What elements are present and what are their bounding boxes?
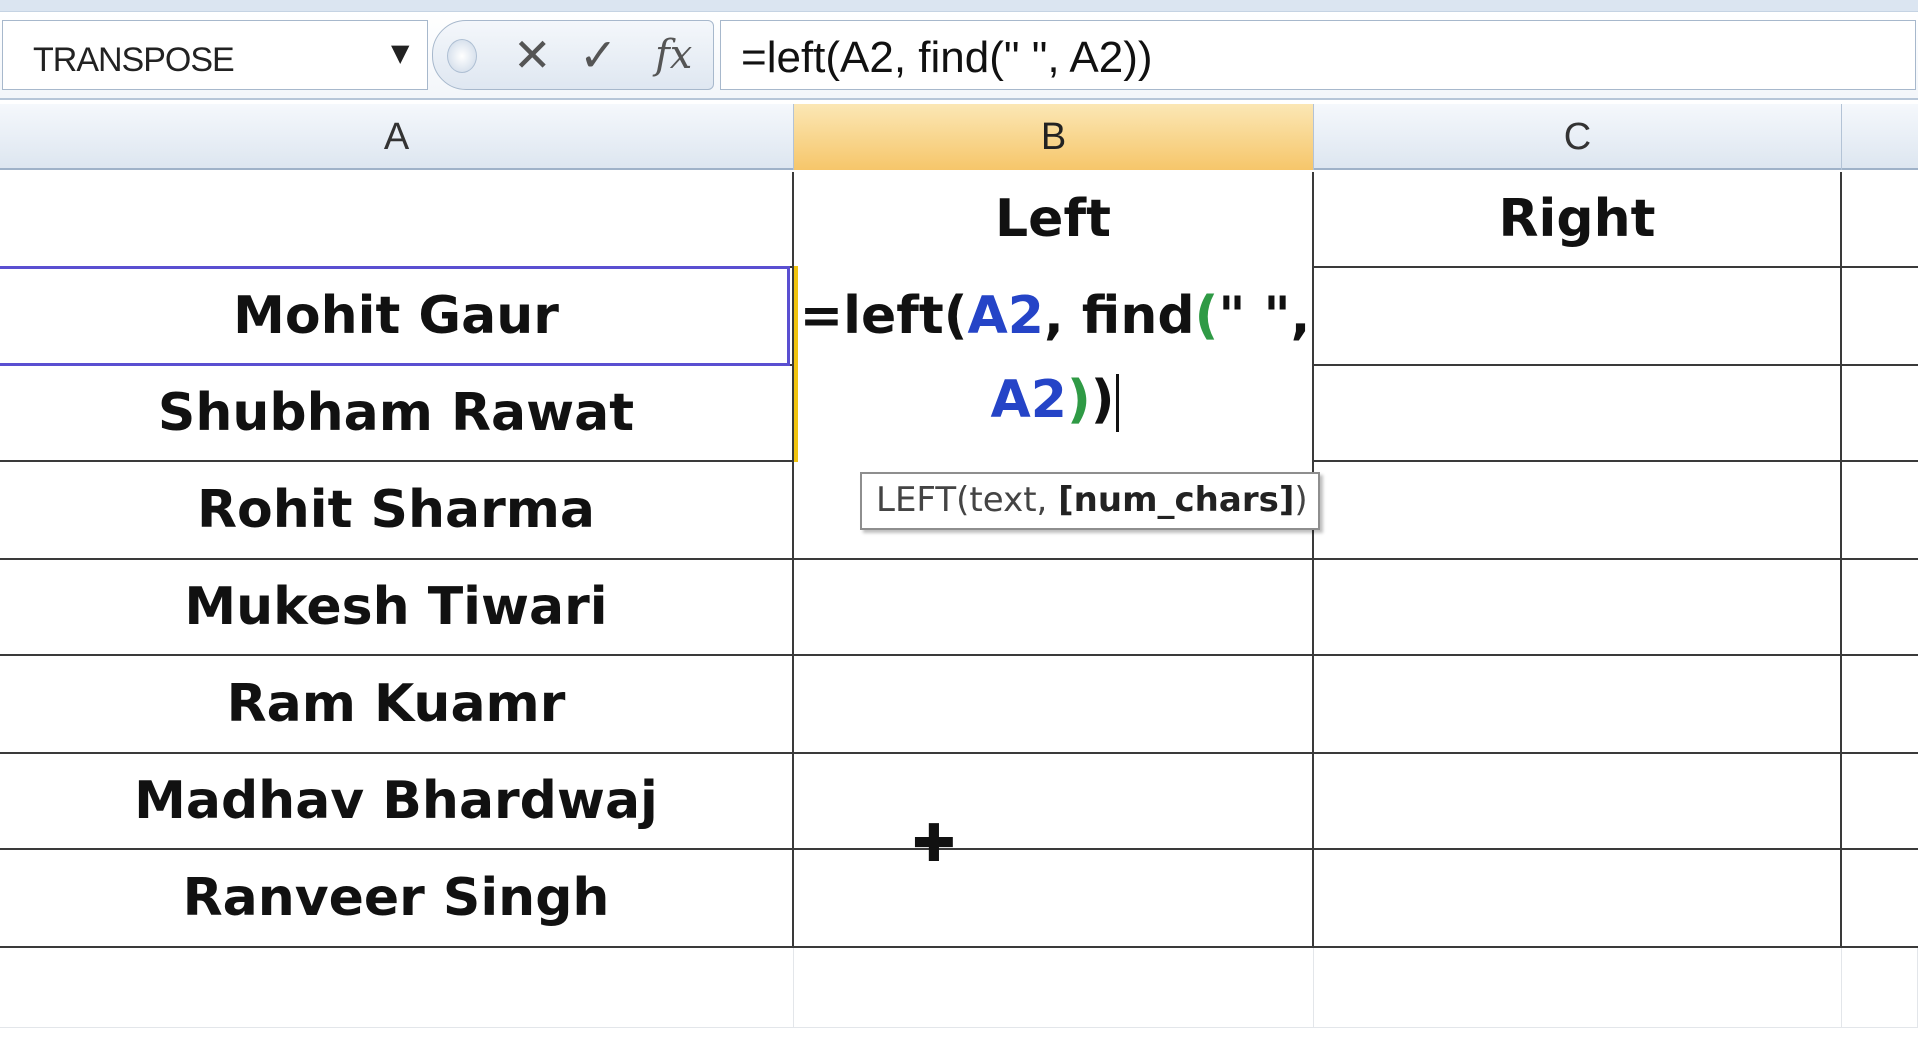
formula-ref-a2: A2 [990,370,1067,430]
cell-c5[interactable] [1314,560,1842,656]
formula-part: ) [1090,370,1115,430]
cell-b8[interactable] [794,850,1314,948]
formula-ref-a2: A2 [967,286,1044,346]
column-header-a[interactable]: A [0,104,794,170]
cell-b7[interactable] [794,754,1314,850]
cell-b9[interactable] [794,948,1314,1028]
formula-text: =left(A2, find(" ", A2)) [741,33,1153,82]
cell-a5[interactable]: Mukesh Tiwari [0,560,794,656]
column-header-b[interactable]: B [794,104,1314,170]
cell-a8[interactable]: Ranveer Singh [0,850,794,948]
name-box[interactable]: TRANSPOSE ▼ [2,20,428,90]
column-header-row: A B C [0,104,1918,170]
formula-buttons: ✕ ✓ fx [432,20,714,90]
cell-b2-editor[interactable]: =left(A2, find(" ", A2)) [794,266,1314,462]
cell-a9[interactable] [0,948,794,1028]
formula-paren: ) [1066,370,1091,430]
formula-part: , find [1043,286,1195,346]
cell-d8[interactable] [1842,850,1918,948]
enter-check-icon[interactable]: ✓ [579,27,618,83]
formula-bar: TRANSPOSE ▼ ✕ ✓ fx =left(A2, find(" ", A… [0,12,1918,100]
insert-function-icon[interactable]: fx [655,27,692,83]
cell-d9[interactable] [1842,948,1918,1028]
cell-b1[interactable]: Left [794,172,1314,268]
cell-c9[interactable] [1314,948,1842,1028]
cell-a4[interactable]: Rohit Sharma [0,462,794,560]
cell-a2[interactable]: Mohit Gaur [0,268,794,366]
cell-d4[interactable] [1842,462,1918,560]
cell-c6[interactable] [1314,656,1842,754]
tooltip-function: LEFT(text, [876,480,1059,520]
function-tooltip[interactable]: LEFT(text, [num_chars]) [860,472,1320,530]
cell-a7[interactable]: Madhav Bhardwaj [0,754,794,850]
chevron-down-icon[interactable]: ▼ [391,39,409,67]
cell-cursor-icon: ✚ [912,814,956,874]
cancel-icon[interactable]: ✕ [513,27,552,83]
cell-b6[interactable] [794,656,1314,754]
cell-d1[interactable] [1842,172,1918,268]
cell-d2[interactable] [1842,268,1918,366]
resize-grip-icon[interactable] [447,39,477,73]
cell-d7[interactable] [1842,754,1918,850]
cell-c8[interactable] [1314,850,1842,948]
cell-b5[interactable] [794,560,1314,656]
formula-part: =left( [799,286,968,346]
cell-c4[interactable] [1314,462,1842,560]
formula-paren: ( [1194,286,1219,346]
column-header-d[interactable] [1842,104,1918,170]
cell-a6[interactable]: Ram Kuamr [0,656,794,754]
tooltip-close: ) [1294,480,1308,520]
cell-a1[interactable] [0,172,794,268]
cell-a3[interactable]: Shubham Rawat [0,366,794,462]
cell-d6[interactable] [1842,656,1918,754]
cell-c2[interactable] [1314,268,1842,366]
column-header-c[interactable]: C [1314,104,1842,170]
cell-c3[interactable] [1314,366,1842,462]
cell-d5[interactable] [1842,560,1918,656]
tooltip-argument: [num_chars] [1058,480,1295,520]
cell-d3[interactable] [1842,366,1918,462]
window-top-strip [0,0,1918,12]
formula-input[interactable]: =left(A2, find(" ", A2)) [720,20,1916,90]
cell-c1[interactable]: Right [1314,172,1842,268]
cell-c7[interactable] [1314,754,1842,850]
name-box-value: TRANSPOSE [33,41,235,79]
text-caret [1116,374,1120,432]
formula-part: " ", [1218,286,1311,346]
